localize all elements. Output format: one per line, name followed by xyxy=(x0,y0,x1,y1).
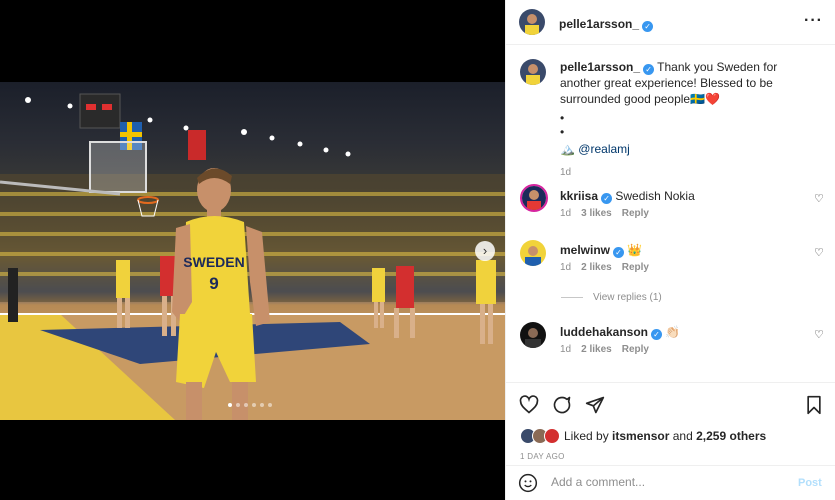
more-horizontal-icon[interactable]: ··· xyxy=(804,12,823,30)
reply-button[interactable]: Reply xyxy=(622,344,649,355)
caption-username[interactable]: pelle1arsson_ xyxy=(560,60,640,74)
carousel-dot-active xyxy=(228,403,232,407)
author-avatar[interactable] xyxy=(520,59,546,85)
comment-item: melwinw ✓ 👑 1d 2 likes Reply ♡ xyxy=(520,238,824,288)
post-media: SWEDEN 9 › xyxy=(0,0,505,500)
liker-avatars xyxy=(520,428,562,444)
bookmark-icon[interactable] xyxy=(805,395,823,415)
commenter-username[interactable]: kkriisa xyxy=(560,189,598,203)
carousel-dot xyxy=(244,403,248,407)
comments-list: pelle1arsson_ ✓ Thank you Sweden for anot… xyxy=(506,46,835,382)
comment-item: luddehakanson ✓ 👏🏻 1d 2 likes Reply ♡ xyxy=(520,322,824,372)
commenter-username[interactable]: melwinw xyxy=(560,243,610,257)
caption-time: 1d xyxy=(560,167,572,178)
author-username[interactable]: pelle1arsson_ xyxy=(559,17,639,31)
comment-likes[interactable]: 3 likes xyxy=(581,208,612,219)
comment-time: 1d xyxy=(560,208,572,219)
liker-username[interactable]: itsmensor xyxy=(612,429,669,443)
mountain-emoji-icon: 🏔️ xyxy=(560,142,575,156)
action-bar xyxy=(506,382,835,428)
reply-button[interactable]: Reply xyxy=(622,208,649,219)
comment-text: 👏🏻 xyxy=(665,325,681,339)
reply-divider xyxy=(561,296,583,298)
caption-dot: • xyxy=(560,125,565,139)
carousel-indicator xyxy=(228,403,272,407)
share-icon[interactable] xyxy=(585,395,605,415)
comment-time: 1d xyxy=(560,262,572,273)
post-comment-button[interactable]: Post xyxy=(798,477,822,489)
comment-likes[interactable]: 2 likes xyxy=(581,262,612,273)
liked-by-joiner: and xyxy=(672,429,693,443)
post-photo: SWEDEN 9 xyxy=(0,82,505,420)
comment-likes[interactable]: 2 likes xyxy=(581,344,612,355)
view-replies-label: View replies (1) xyxy=(593,292,662,303)
emoji-icon[interactable] xyxy=(518,473,538,493)
reply-button[interactable]: Reply xyxy=(622,262,649,273)
post-header: pelle1arsson_ ✓ ··· xyxy=(506,0,835,45)
commenter-avatar[interactable] xyxy=(520,240,546,266)
comment-text: 👑 xyxy=(627,243,643,257)
verified-badge-icon: ✓ xyxy=(642,21,654,32)
heart-icon[interactable]: ♡ xyxy=(814,246,824,259)
next-slide-button[interactable]: › xyxy=(475,241,495,261)
heart-icon[interactable]: ♡ xyxy=(814,328,824,341)
comment-text: Swedish Nokia xyxy=(615,189,695,203)
verified-badge-icon: ✓ xyxy=(601,193,613,204)
avatar xyxy=(544,428,560,444)
verified-badge-icon: ✓ xyxy=(643,64,655,75)
post-sidebar: pelle1arsson_ ✓ ··· pelle1arsson_ ✓ Thank … xyxy=(505,0,835,500)
carousel-dot xyxy=(260,403,264,407)
commenter-avatar[interactable] xyxy=(520,184,548,212)
chevron-right-icon: › xyxy=(482,243,488,258)
jersey-text: SWEDEN xyxy=(183,254,244,270)
jersey-number: 9 xyxy=(209,274,218,293)
comment-time: 1d xyxy=(560,344,572,355)
commenter-avatar[interactable] xyxy=(520,322,546,348)
verified-badge-icon: ✓ xyxy=(613,247,625,258)
carousel-dot xyxy=(236,403,240,407)
mention-link[interactable]: @realamj xyxy=(578,142,630,156)
basketball-arena-image: SWEDEN 9 xyxy=(0,93,505,420)
view-replies-button[interactable]: View replies (1) xyxy=(561,292,662,303)
verified-badge-icon: ✓ xyxy=(651,329,663,340)
heart-icon[interactable]: ♡ xyxy=(814,192,824,205)
caption-dot: • xyxy=(560,111,565,125)
carousel-dot xyxy=(268,403,272,407)
carousel-dot xyxy=(252,403,256,407)
commenter-username[interactable]: luddehakanson xyxy=(560,325,648,339)
likes-others-link[interactable]: 2,259 others xyxy=(696,429,766,443)
comment-icon[interactable] xyxy=(552,395,572,415)
comment-item: kkriisa ✓ Swedish Nokia 1d 3 likes Reply ♡ xyxy=(520,184,824,234)
comment-input[interactable] xyxy=(551,475,781,489)
liked-by-prefix: Liked by xyxy=(564,429,609,443)
heart-icon[interactable] xyxy=(519,395,539,415)
caption: pelle1arsson_ ✓ Thank you Sweden for anot… xyxy=(520,59,820,178)
post-timestamp: 1 DAY AGO xyxy=(520,452,565,461)
author-avatar[interactable] xyxy=(519,9,545,35)
add-comment-bar: Post xyxy=(506,465,835,500)
